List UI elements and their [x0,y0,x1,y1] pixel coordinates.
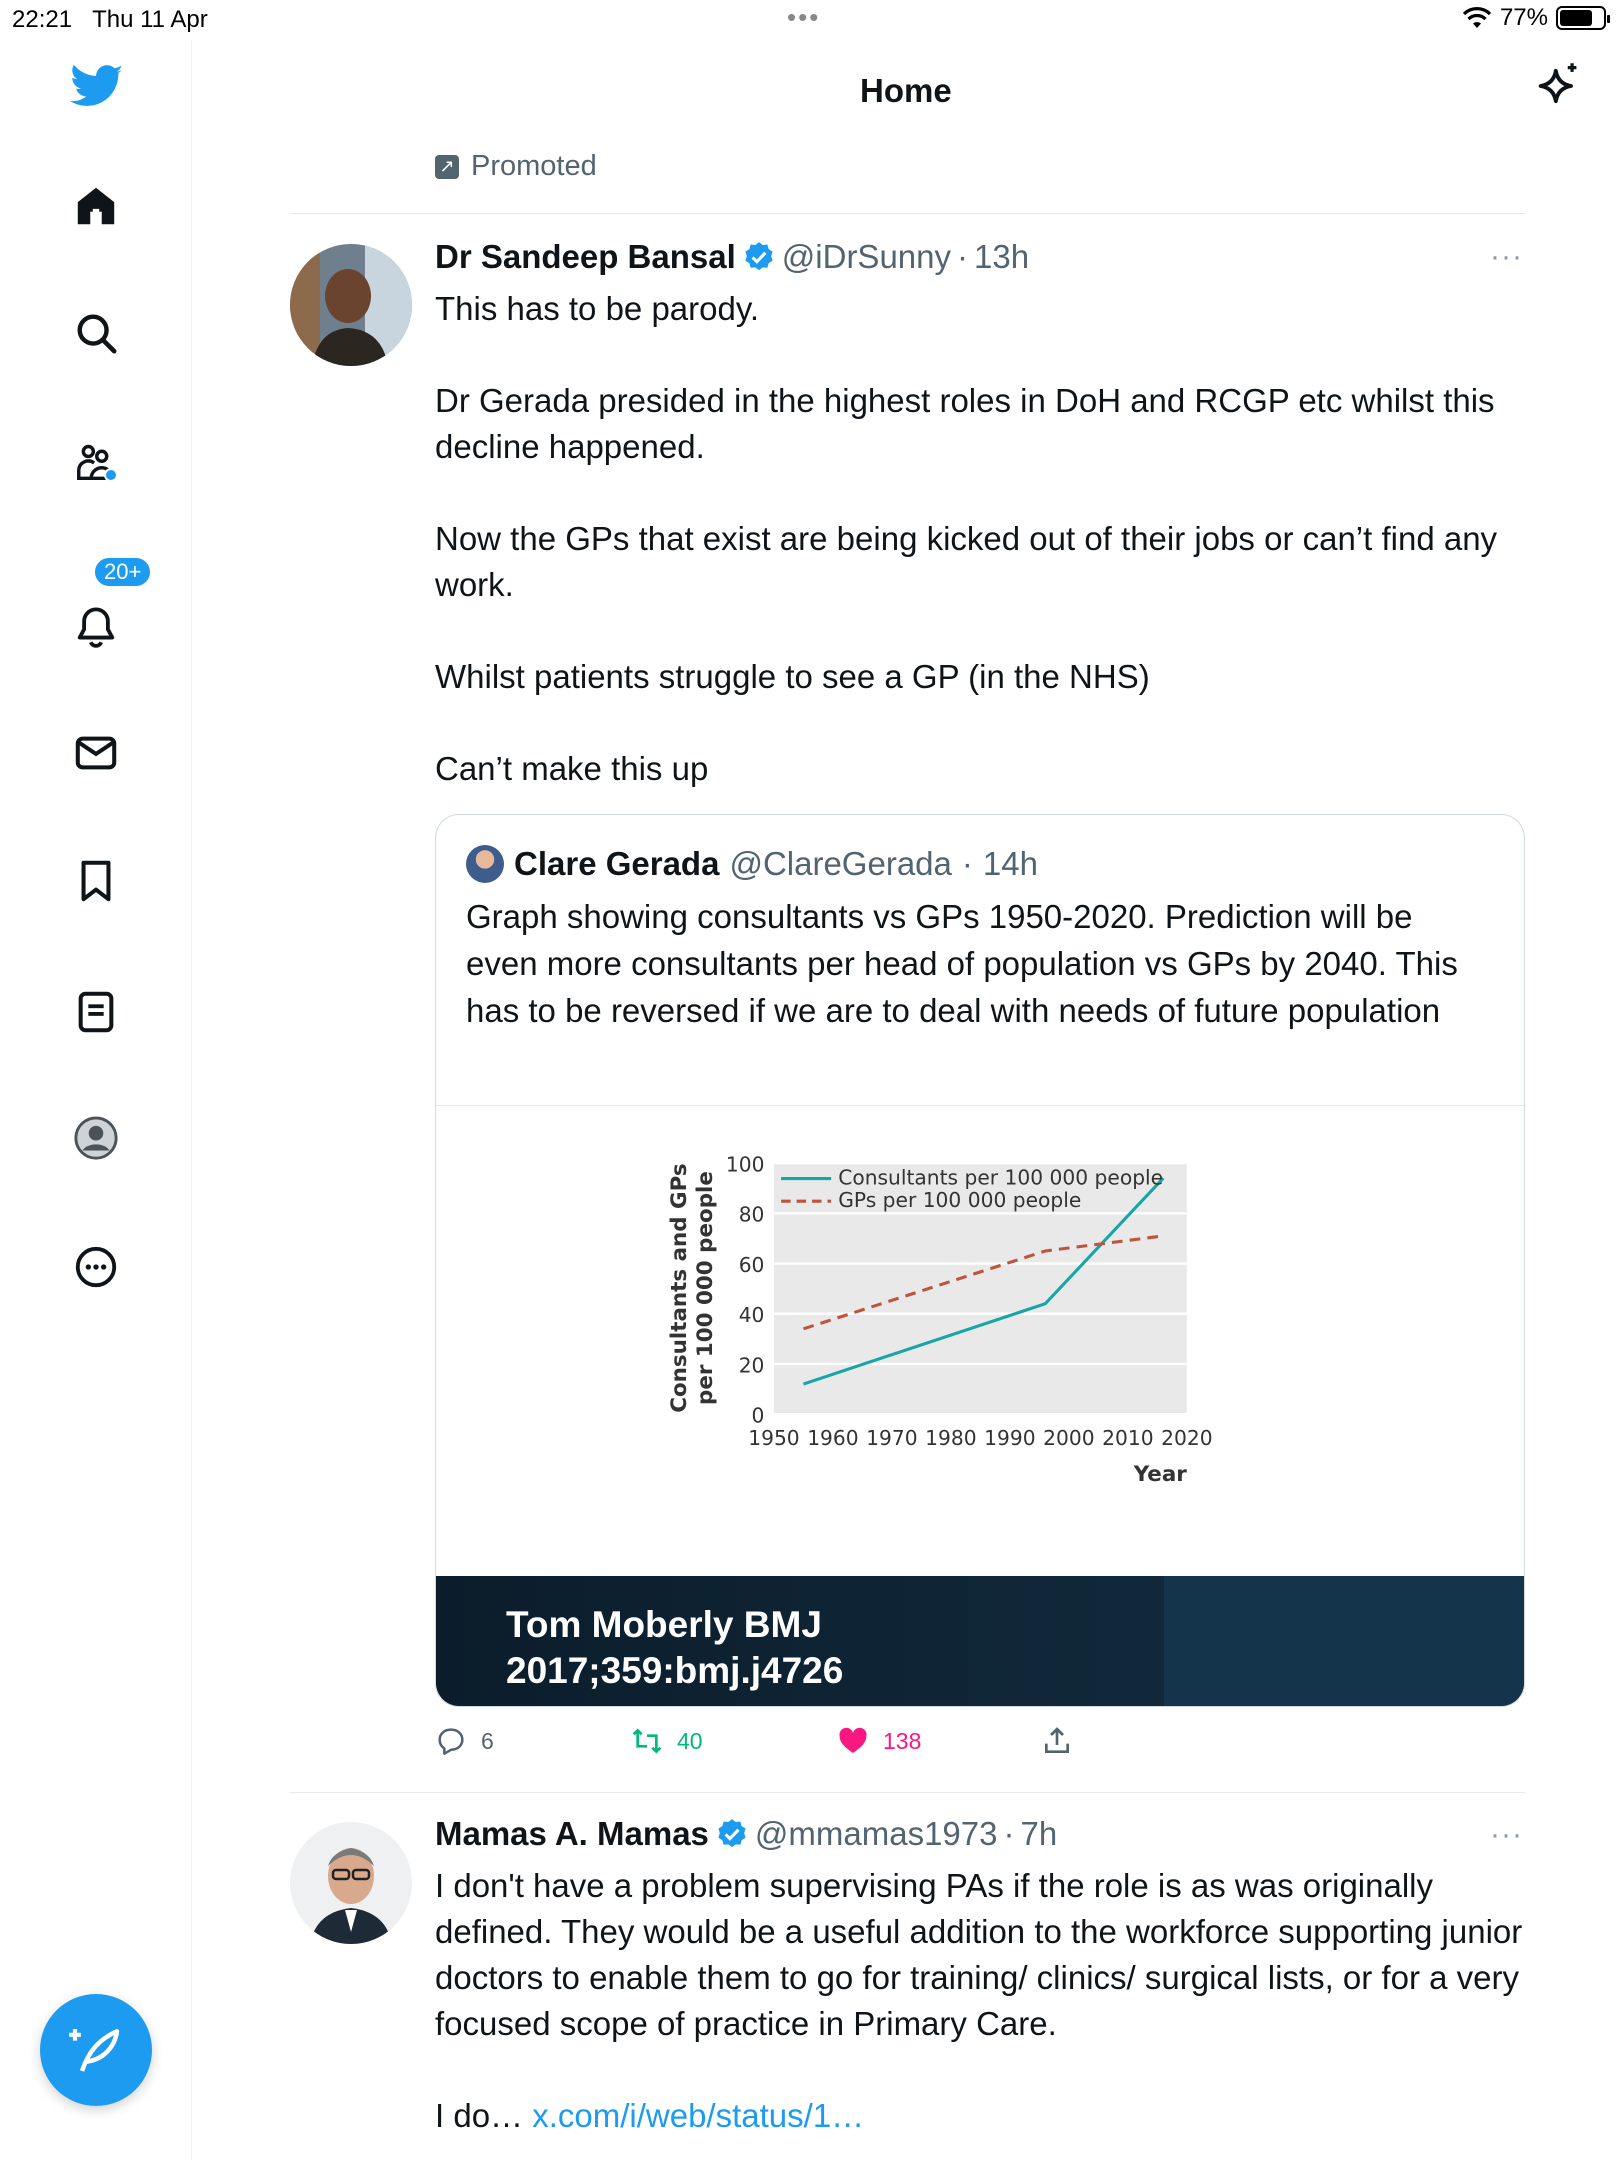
divider [290,213,1525,214]
twitter-logo-icon[interactable] [70,64,124,110]
nav-search-icon[interactable] [66,303,126,363]
x-tick-label: 2010 [1102,1426,1153,1450]
quote-time: 14h [982,845,1038,882]
y-tick-label: 80 [739,1203,765,1227]
nav-bookmarks-icon[interactable] [66,851,126,911]
wifi-icon [1462,7,1492,28]
tweet1-handle[interactable]: @iDrSunny [782,238,951,276]
nav-communities-icon[interactable] [66,432,126,492]
reply-button[interactable]: 6 [435,1725,494,1757]
quote-avatar [466,845,504,883]
page-title: Home [860,72,952,109]
tweet1-avatar[interactable] [290,244,412,366]
x-tick-label: 1990 [984,1426,1035,1450]
line-chart: 0 20 40 60 80 100 1950 1960 1970 1980 1990 2000 2010… [667,1152,1213,1487]
tweet1-header: Dr Sandeep Bansal @iDrSunny · 13h [435,238,1030,276]
x-axis-label: Year [1133,1462,1187,1487]
verified-badge-icon [745,242,773,271]
nav-notifications-icon[interactable] [66,597,126,657]
caption-text: Tom Moberly BMJ 2017;359:bmj.j4726 [506,1604,844,1691]
share-button[interactable] [1041,1725,1073,1757]
quote-handle: @ClareGerada [729,845,952,882]
heart-filled-icon [839,1727,867,1753]
tweet2-text: I don't have a problem supervising PAs i… [435,1863,1530,2139]
compose-tweet-button[interactable] [40,1994,152,2106]
quote-text: Graph showing consultants vs GPs 1950-20… [466,898,1458,1029]
like-count: 138 [883,1727,922,1754]
status-indicators: 77% [1462,4,1610,32]
notifications-badge: 20+ [92,555,154,589]
tweet2-truncated-line: I do… x.com/i/web/status/1… [435,2097,865,2134]
quote-header: Clare Gerada @ClareGerada · 14h [466,845,1038,883]
battery-percent: 77% [1499,4,1548,31]
nav-home-icon[interactable] [66,176,126,236]
sidebar: 20+ [0,40,192,2160]
status-time-date: 22:21 Thu 11 Apr [12,6,208,33]
tweet1-actions: 6 40 138 [435,1725,1135,1765]
x-tick-label: 2020 [1161,1426,1212,1450]
quoted-tweet-card[interactable]: Clare Gerada @ClareGerada · 14h Graph sh… [435,814,1525,1707]
communities-dot-badge [104,468,118,482]
x-tick-label: 1970 [866,1426,917,1450]
tweet1-text: This has to be parody. Dr Gerada preside… [435,290,1498,787]
verified-badge-icon [718,1819,746,1848]
tweet2-handle[interactable]: @mmamas1973 [755,1815,998,1853]
tweet1-more-icon[interactable]: ··· [1490,240,1523,274]
quote-author-name: Clare Gerada [514,845,720,882]
tweet2-time[interactable]: 7h [1021,1815,1058,1853]
compose-icon [69,2029,120,2072]
battery-icon [1556,6,1610,30]
caption-band: Tom Moberly BMJ 2017;359:bmj.j4726 [436,1576,1524,1706]
like-button[interactable]: 138 [837,1725,921,1757]
reply-icon [438,1728,464,1755]
x-tick-label: 1950 [748,1426,799,1450]
status-bar: 22:21 Thu 11 Apr ••• 77% [0,0,1620,40]
share-icon [1045,1727,1069,1753]
y-axis-label: per 100 000 people [693,1171,718,1405]
tweet2-author-name[interactable]: Mamas A. Mamas [435,1815,709,1853]
y-tick-label: 40 [739,1303,765,1327]
y-axis-label: Consultants and GPs [667,1163,692,1412]
tweet1-time[interactable]: 13h [974,238,1029,276]
y-tick-label: 60 [739,1253,765,1277]
quote-media[interactable]: 0 20 40 60 80 100 1950 1960 1970 1980 1990 2000 2010… [436,1105,1524,1706]
y-tick-label: 100 [726,1152,765,1176]
y-tick-label: 0 [752,1404,765,1428]
promoted-label: ↗ Promoted [435,150,597,183]
reply-count: 6 [481,1727,494,1754]
sparkle-icon[interactable] [1532,60,1584,112]
tweet2-header: Mamas A. Mamas @mmamas1973 · 7h [435,1815,1058,1853]
tweet2-avatar[interactable] [290,1822,412,1944]
nav-more-icon[interactable] [66,1237,126,1297]
tweet1-author-name[interactable]: Dr Sandeep Bansal [435,238,736,276]
retweet-count: 40 [677,1727,703,1754]
retweet-icon [632,1728,662,1754]
x-tick-label: 1980 [925,1426,976,1450]
nav-lists-icon[interactable] [66,982,126,1042]
x-tick-label: 2000 [1043,1426,1094,1450]
retweet-button[interactable]: 40 [631,1725,703,1757]
promoted-arrow-icon: ↗ [435,154,459,179]
nav-messages-icon[interactable] [66,723,126,783]
y-tick-label: 20 [739,1353,765,1377]
multitasking-dots-icon[interactable]: ••• [787,2,820,33]
tweet2-more-icon[interactable]: ··· [1490,1818,1523,1852]
x-tick-label: 1960 [807,1426,858,1450]
legend-label: GPs per 100 000 people [838,1188,1081,1212]
legend-label: Consultants per 100 000 people [838,1166,1163,1190]
show-more-link[interactable]: x.com/i/web/status/1… [532,2097,864,2134]
divider [290,1792,1525,1793]
nav-profile-avatar-icon[interactable] [66,1108,126,1168]
